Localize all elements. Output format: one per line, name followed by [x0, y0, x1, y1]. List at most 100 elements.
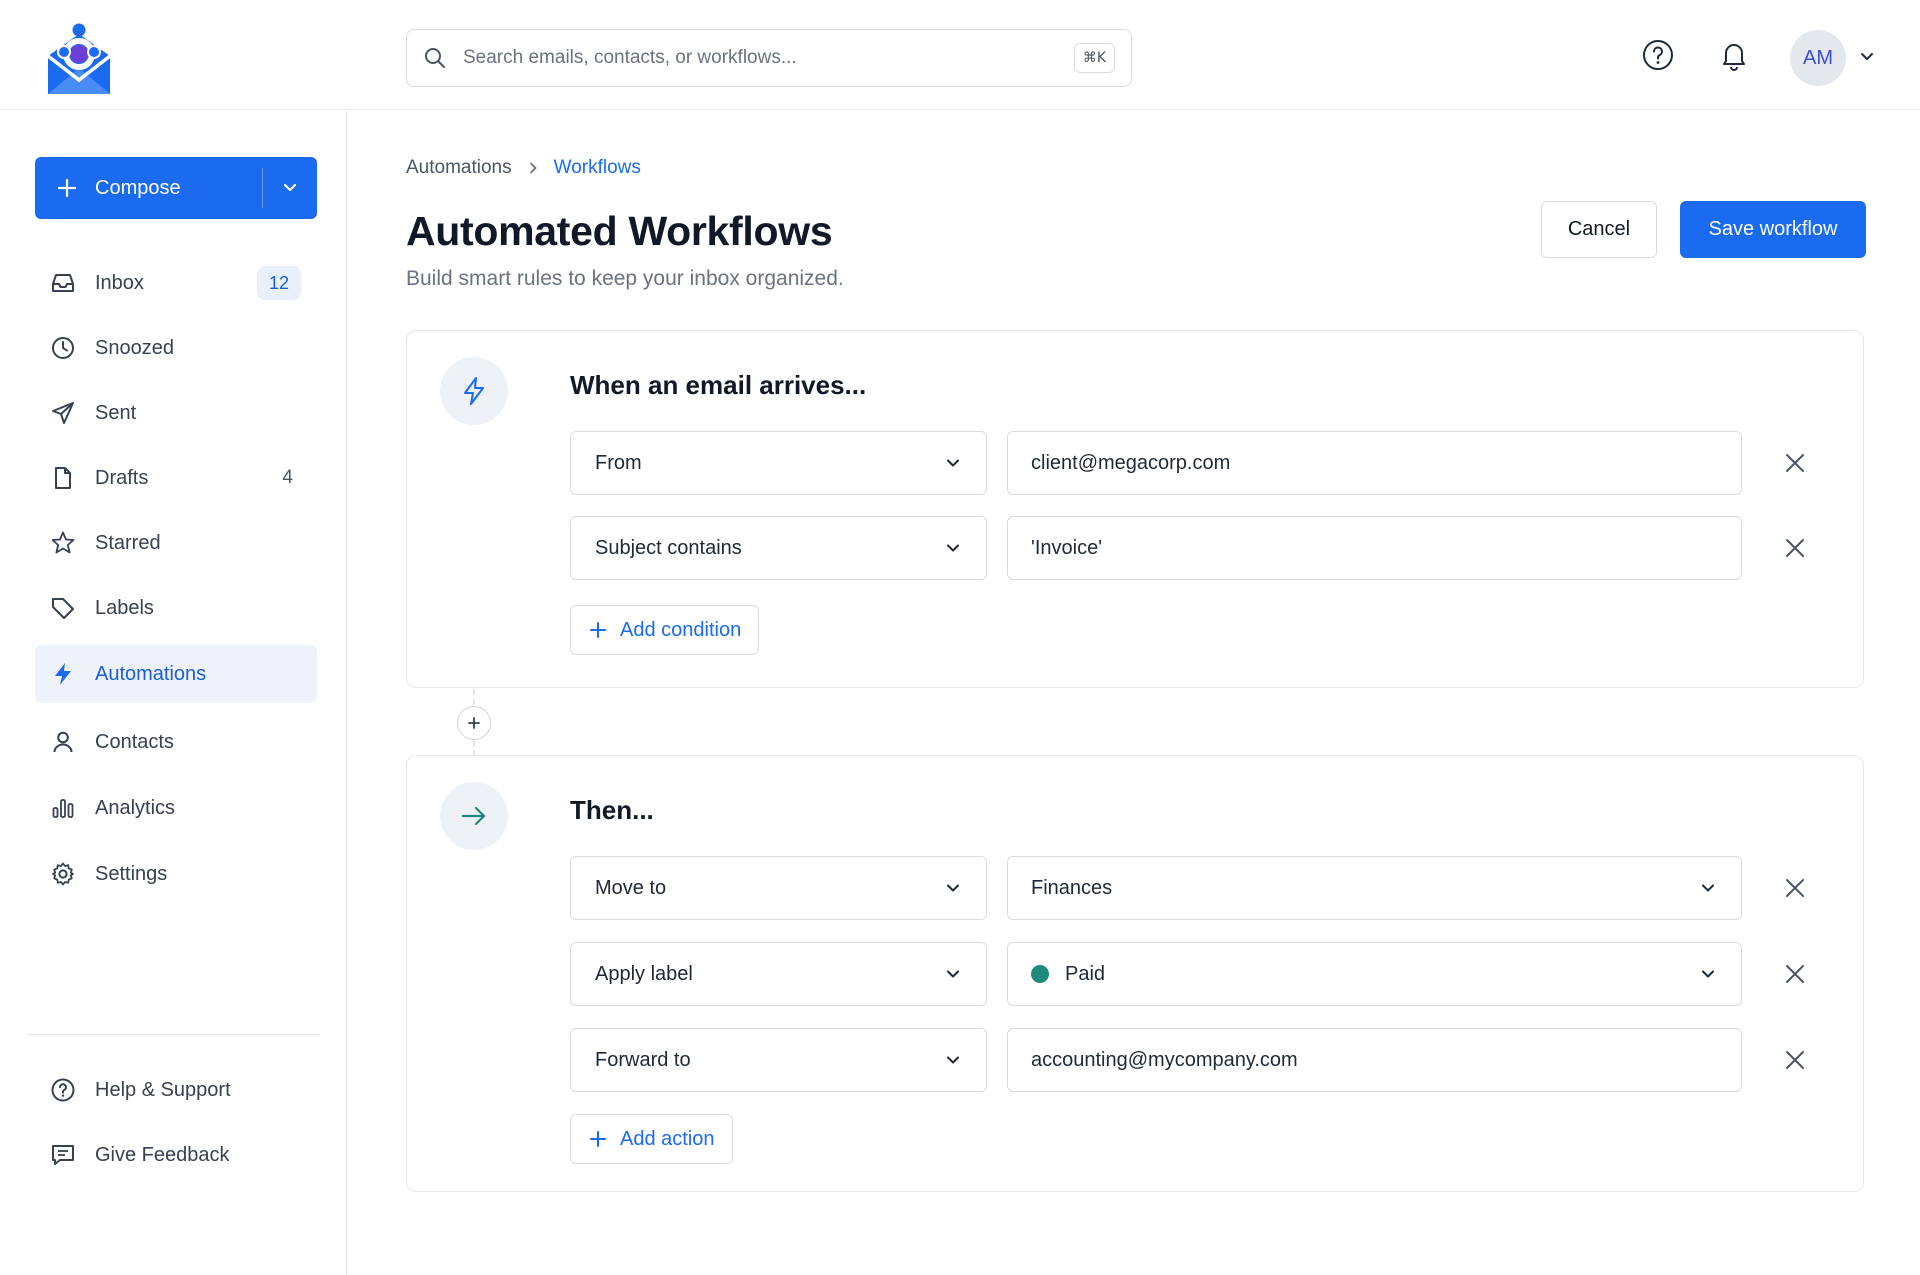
- chevron-down-icon: [944, 538, 964, 558]
- actions-title: Then...: [570, 795, 654, 825]
- sidebar-item-label: Starred: [95, 531, 161, 554]
- sidebar-divider: [28, 1034, 320, 1035]
- sidebar-item-label: Automations: [95, 662, 207, 685]
- sidebar-item-drafts[interactable]: Drafts 4: [35, 449, 317, 507]
- sidebar-item-starred[interactable]: Starred: [35, 514, 317, 572]
- chevron-down-icon[interactable]: [1858, 48, 1876, 66]
- breadcrumb: Automations Workflows: [406, 157, 641, 179]
- app-logo[interactable]: [44, 22, 114, 98]
- search-shortcut-hint: ⌘K: [1073, 43, 1115, 73]
- send-icon: [49, 399, 77, 427]
- sidebar-item-inbox[interactable]: Inbox 12: [35, 254, 317, 312]
- action-type-select[interactable]: Apply label: [570, 942, 987, 1006]
- folder-value: Finances: [1031, 876, 1113, 899]
- forward-email-value: accounting@mycompany.com: [1031, 1048, 1298, 1071]
- chevron-down-icon: [944, 453, 964, 473]
- search-bar[interactable]: Search emails, contacts, or workflows...…: [406, 29, 1132, 87]
- condition-value-input[interactable]: 'Invoice': [1007, 516, 1742, 580]
- search-placeholder: Search emails, contacts, or workflows...: [463, 47, 797, 68]
- sidebar-item-label: Snoozed: [95, 336, 174, 359]
- add-action-button[interactable]: Add action: [570, 1114, 733, 1164]
- breadcrumb-workflows[interactable]: Workflows: [554, 157, 641, 179]
- sidebar-item-settings[interactable]: Settings: [35, 845, 317, 903]
- condition-field-value: From: [595, 451, 642, 474]
- inbox-icon: [49, 269, 77, 297]
- remove-action-close-icon[interactable]: [1782, 875, 1808, 901]
- help-circle-icon[interactable]: [1641, 38, 1675, 72]
- condition-value-input[interactable]: client@megacorp.com: [1007, 431, 1742, 495]
- sidebar-item-labels[interactable]: Labels: [35, 579, 317, 637]
- sidebar-item-label: Give Feedback: [95, 1143, 230, 1166]
- add-action-label: Add action: [620, 1127, 715, 1150]
- action-type-select[interactable]: Move to: [570, 856, 987, 920]
- drafts-count: 4: [282, 467, 293, 488]
- remove-condition-close-icon[interactable]: [1782, 450, 1808, 476]
- remove-action-close-icon[interactable]: [1782, 1047, 1808, 1073]
- help-circle-icon: [49, 1076, 77, 1104]
- action-type-select[interactable]: Forward to: [570, 1028, 987, 1092]
- label-color-dot: [1031, 965, 1049, 983]
- chevron-down-icon: [1699, 878, 1719, 898]
- sidebar-item-label: Settings: [95, 862, 168, 885]
- condition-field-value: Subject contains: [595, 536, 742, 559]
- chevron-down-icon: [1699, 964, 1719, 984]
- label-select[interactable]: Paid: [1007, 942, 1742, 1006]
- plus-icon: [588, 620, 608, 640]
- add-step-button[interactable]: [457, 706, 491, 740]
- arrow-right-icon: [440, 782, 508, 850]
- sidebar-item-label: Drafts: [95, 466, 149, 489]
- message-icon: [49, 1141, 77, 1169]
- compose-label: Compose: [95, 176, 181, 199]
- remove-condition-close-icon[interactable]: [1782, 535, 1808, 561]
- sidebar-item-label: Help & Support: [95, 1078, 231, 1101]
- avatar[interactable]: AM: [1790, 30, 1846, 86]
- compose-options-chevron-icon[interactable]: [263, 157, 317, 219]
- gear-icon: [49, 860, 77, 888]
- bolt-icon: [49, 660, 77, 688]
- sidebar-item-give-feedback[interactable]: Give Feedback: [35, 1126, 317, 1184]
- bolt-icon: [440, 357, 508, 425]
- bell-icon[interactable]: [1717, 38, 1751, 72]
- forward-email-input[interactable]: accounting@mycompany.com: [1007, 1028, 1742, 1092]
- action-type-value: Forward to: [595, 1048, 691, 1071]
- clock-icon: [49, 334, 77, 362]
- user-icon: [49, 728, 77, 756]
- sidebar-item-sent[interactable]: Sent: [35, 384, 317, 442]
- condition-field-select[interactable]: Subject contains: [570, 516, 987, 580]
- remove-action-close-icon[interactable]: [1782, 961, 1808, 987]
- sidebar-item-label: Labels: [95, 596, 154, 619]
- page-subtitle: Build smart rules to keep your inbox org…: [406, 267, 844, 290]
- folder-select[interactable]: Finances: [1007, 856, 1742, 920]
- file-icon: [49, 464, 77, 492]
- sidebar-item-automations[interactable]: Automations: [35, 645, 317, 703]
- cancel-button[interactable]: Cancel: [1541, 201, 1657, 258]
- add-condition-button[interactable]: Add condition: [570, 605, 760, 655]
- unread-count-badge: 12: [257, 266, 301, 300]
- sidebar-item-label: Sent: [95, 401, 137, 424]
- sidebar-item-help-support[interactable]: Help & Support: [35, 1061, 317, 1119]
- tag-icon: [49, 594, 77, 622]
- sidebar-item-analytics[interactable]: Analytics: [35, 779, 317, 837]
- sidebar-item-snoozed[interactable]: Snoozed: [35, 319, 317, 377]
- breadcrumb-automations[interactable]: Automations: [406, 157, 512, 179]
- sidebar-item-contacts[interactable]: Contacts: [35, 713, 317, 771]
- sidebar-item-label: Contacts: [95, 730, 174, 753]
- plus-icon: [53, 174, 81, 202]
- add-condition-label: Add condition: [620, 618, 742, 641]
- trigger-title: When an email arrives...: [570, 370, 867, 400]
- top-bar: Search emails, contacts, or workflows...…: [0, 0, 1920, 110]
- action-type-value: Move to: [595, 876, 667, 899]
- action-type-value: Apply label: [595, 962, 693, 985]
- bar-chart-icon: [49, 794, 77, 822]
- search-icon: [423, 45, 449, 71]
- condition-value-text: client@megacorp.com: [1031, 451, 1231, 474]
- label-value: Paid: [1065, 962, 1106, 985]
- sidebar-item-label: Analytics: [95, 796, 176, 819]
- condition-field-select[interactable]: From: [570, 431, 987, 495]
- page-title: Automated Workflows: [406, 208, 833, 254]
- chevron-down-icon: [944, 878, 964, 898]
- compose-button[interactable]: Compose: [35, 157, 317, 219]
- sidebar: Compose Inbox 12 Snoozed Sent Drafts 4 S…: [0, 110, 347, 1275]
- sidebar-item-label: Inbox: [95, 271, 144, 294]
- save-workflow-button[interactable]: Save workflow: [1680, 201, 1866, 258]
